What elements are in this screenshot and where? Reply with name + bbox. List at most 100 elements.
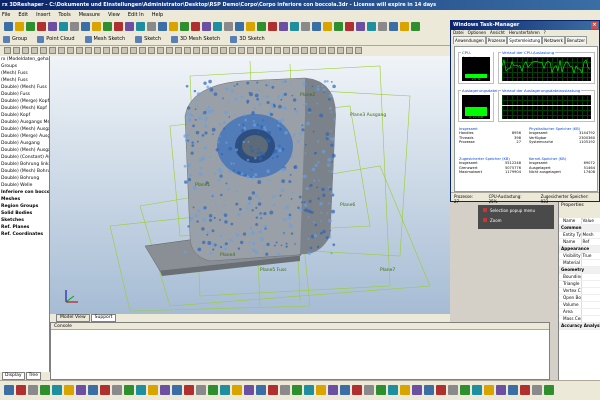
toolbar-tool-icon[interactable]	[70, 22, 79, 31]
toolbar-tool-icon[interactable]	[337, 47, 344, 54]
toolbar-tool-icon[interactable]	[114, 22, 123, 31]
command-icon[interactable]	[436, 385, 446, 395]
menu-file[interactable]: File	[2, 12, 10, 18]
toolbar-tool-icon[interactable]	[94, 47, 101, 54]
property-section[interactable]: Common	[559, 225, 600, 232]
toolbar-tool-icon[interactable]	[246, 22, 255, 31]
toolbar-tool-icon[interactable]	[158, 22, 167, 31]
tree-item[interactable]: Double) Ausgangs Mem	[0, 119, 49, 126]
command-icon[interactable]	[496, 385, 506, 395]
tree-item[interactable]: Inferiore con boccola	[0, 189, 49, 196]
command-icon[interactable]	[208, 385, 218, 395]
toolbar-tool-icon[interactable]	[81, 22, 90, 31]
command-icon[interactable]	[244, 385, 254, 395]
toolbar-tool-icon[interactable]	[247, 47, 254, 54]
tree-item[interactable]: Double) (Mesh) Fuss	[0, 84, 49, 91]
toolbar-tool-icon[interactable]	[268, 22, 277, 31]
toolbar-tool-icon[interactable]	[191, 22, 200, 31]
toolbar-tool-icon[interactable]	[265, 47, 272, 54]
toolbar-tool-icon[interactable]	[48, 22, 57, 31]
toolbar-tool-icon[interactable]	[103, 22, 112, 31]
menu-edit-in[interactable]: Edit In	[128, 12, 144, 18]
property-section[interactable]: Appearance	[559, 246, 600, 253]
toolbar-tool-icon[interactable]	[378, 22, 387, 31]
command-icon[interactable]	[304, 385, 314, 395]
property-row[interactable]: Open Bou	[559, 295, 600, 302]
property-row[interactable]: Name Ref	[559, 239, 600, 246]
selection-popup-menu[interactable]: Selection popup menu Zoom	[478, 205, 554, 229]
command-icon[interactable]	[76, 385, 86, 395]
command-icon[interactable]	[160, 385, 170, 395]
toolbar-tool-icon[interactable]	[355, 47, 362, 54]
tree-item[interactable]: Double) (Merge) Ausgang	[0, 133, 49, 140]
toolbar-tool-icon[interactable]	[112, 47, 119, 54]
command-icon[interactable]	[316, 385, 326, 395]
menu-help[interactable]: Help	[152, 12, 163, 18]
tree-item[interactable]: (Mesh) Fuss	[0, 70, 49, 77]
toolbar-tool-icon[interactable]	[274, 47, 281, 54]
toolbar-tool-icon[interactable]	[283, 47, 290, 54]
command-icon[interactable]	[280, 385, 290, 395]
property-row[interactable]: Volume	[559, 302, 600, 309]
toolbar-tool-icon[interactable]	[235, 22, 244, 31]
tree-item[interactable]: Ref. Planes	[0, 224, 49, 231]
toolbar-tool-icon[interactable]	[103, 47, 110, 54]
toolbar-tool-icon[interactable]	[40, 47, 47, 54]
toolbar-tool-icon[interactable]	[22, 47, 29, 54]
toolbar-tool-icon[interactable]	[224, 22, 233, 31]
tree-item[interactable]: Double) Kopf	[0, 112, 49, 119]
property-row[interactable]: Material	[559, 260, 600, 267]
toolbar-tool-icon[interactable]	[139, 47, 146, 54]
command-icon[interactable]	[52, 385, 62, 395]
point-cloud-button[interactable]: Point Cloud	[37, 35, 75, 43]
toolbar-tool-icon[interactable]	[148, 47, 155, 54]
tab-systemleistung[interactable]: Systemleistung	[507, 36, 543, 44]
toolbar-tool-icon[interactable]	[356, 22, 365, 31]
command-icon[interactable]	[196, 385, 206, 395]
task-manager-window[interactable]: Windows Task-Manager × Datei Optionen An…	[450, 20, 600, 204]
3d-sketch-button[interactable]: 3D Sketch	[230, 35, 265, 43]
toolbar-tool-icon[interactable]	[31, 47, 38, 54]
command-icon[interactable]	[376, 385, 386, 395]
property-row[interactable]: Vertex Co	[559, 288, 600, 295]
3d-mesh-sketch-button[interactable]: 3D Mesh Sketch	[171, 35, 220, 43]
toolbar-tool-icon[interactable]	[175, 47, 182, 54]
tree-item[interactable]: Double) Welle	[0, 182, 49, 189]
toolbar-tool-icon[interactable]	[323, 22, 332, 31]
property-section[interactable]: Accuracy Analysis	[559, 323, 600, 330]
command-icon[interactable]	[172, 385, 182, 395]
group-button[interactable]: Group	[3, 35, 27, 43]
command-icon[interactable]	[64, 385, 74, 395]
toolbar-tool-icon[interactable]	[238, 47, 245, 54]
command-icon[interactable]	[256, 385, 266, 395]
command-icon[interactable]	[472, 385, 482, 395]
toolbar-tool-icon[interactable]	[220, 47, 227, 54]
tab-benutzer[interactable]: Benutzer	[564, 36, 587, 44]
tree-item[interactable]: Ref. Coordinates	[0, 231, 49, 238]
command-icon[interactable]	[4, 385, 14, 395]
toolbar-tool-icon[interactable]	[367, 22, 376, 31]
property-row[interactable]: Visibility True	[559, 253, 600, 260]
tab-model-view[interactable]: Model View	[56, 314, 90, 322]
toolbar-tool-icon[interactable]	[26, 22, 35, 31]
command-icon[interactable]	[40, 385, 50, 395]
tree-item[interactable]: Double) Ausgang	[0, 140, 49, 147]
sketch-button[interactable]: Sketch	[135, 35, 161, 43]
menu-tools[interactable]: Tools	[58, 12, 70, 18]
tab-display[interactable]: Display	[2, 372, 25, 380]
toolbar-tool-icon[interactable]	[389, 22, 398, 31]
command-icon[interactable]	[448, 385, 458, 395]
popup-item-selection[interactable]: Selection popup menu	[478, 205, 554, 215]
tree-item[interactable]: Meshes	[0, 196, 49, 203]
property-row[interactable]: Area	[559, 309, 600, 316]
tree-item[interactable]: Solid Bodies	[0, 210, 49, 217]
command-icon[interactable]	[88, 385, 98, 395]
command-icon[interactable]	[424, 385, 434, 395]
menu-measure[interactable]: Measure	[79, 12, 100, 18]
toolbar-tool-icon[interactable]	[202, 22, 211, 31]
toolbar-tool-icon[interactable]	[125, 22, 134, 31]
command-icon[interactable]	[400, 385, 410, 395]
toolbar-tool-icon[interactable]	[334, 22, 343, 31]
project-tree[interactable]: rx (Modeldaten_gehauseGroups(Mesh) Fuss(…	[0, 56, 50, 372]
command-icon[interactable]	[532, 385, 542, 395]
